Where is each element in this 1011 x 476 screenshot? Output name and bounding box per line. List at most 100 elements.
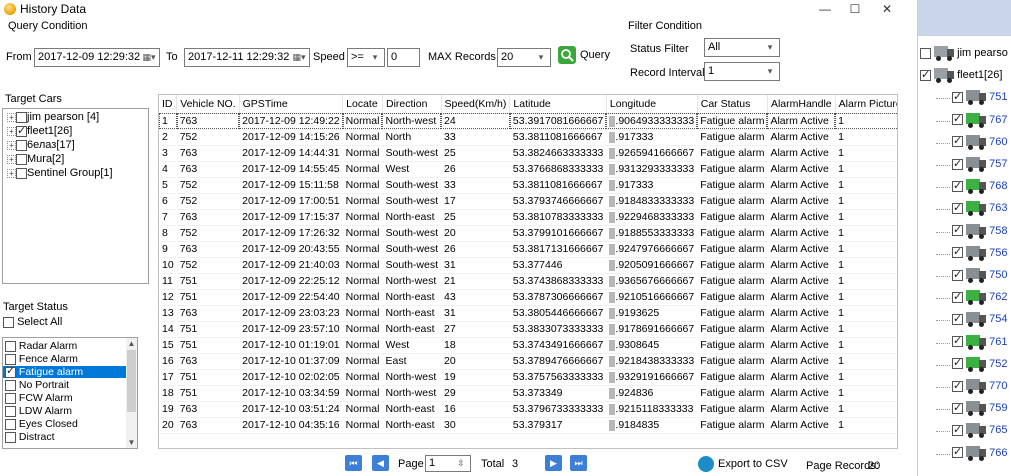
checkbox[interactable] <box>5 340 16 352</box>
expand-icon[interactable]: + <box>7 168 16 178</box>
expand-icon[interactable]: + <box>7 112 16 122</box>
checkbox[interactable] <box>5 379 16 391</box>
vehicle-tree-item[interactable]: 751 <box>952 90 1007 110</box>
table-row[interactable]: 13 763 2017-12-09 23:03:23 Normal North-east… <box>159 305 897 322</box>
spinner-icon[interactable]: ⇳ <box>454 456 468 471</box>
checkbox[interactable] <box>5 418 16 430</box>
vehicle-tree-item[interactable]: 768 <box>952 179 1007 199</box>
speed-value-input[interactable]: 0 <box>387 48 420 67</box>
status-item[interactable]: Fence Alarm <box>3 353 127 365</box>
table-row[interactable]: 9 763 2017-12-09 20:43:55 Normal South-west 2… <box>159 241 897 258</box>
column-header[interactable]: Locate <box>342 95 383 114</box>
expand-icon[interactable]: + <box>7 154 16 164</box>
checkbox[interactable] <box>952 401 963 414</box>
maximize-button[interactable]: ☐ <box>840 0 870 18</box>
table-row[interactable]: 2 752 2017-12-09 14:15:26 Normal North 33 53.3… <box>159 129 897 146</box>
minimize-button[interactable]: — <box>810 0 840 18</box>
calendar-icon[interactable]: ▦▾ <box>141 50 157 65</box>
max-records-select[interactable]: 20 ▾ <box>497 48 551 67</box>
vehicle-tree-item[interactable]: 761 <box>952 334 1007 355</box>
status-item[interactable]: FCW Alarm <box>3 392 127 404</box>
checkbox[interactable] <box>952 134 963 148</box>
tree-item[interactable]: + fleet1[26] <box>7 124 72 139</box>
table-row[interactable]: 6 752 2017-12-09 17:00:51 Normal South-west 1… <box>159 193 897 210</box>
vehicle-tree-item[interactable]: 750 <box>952 268 1007 288</box>
status-item[interactable]: Distract <box>3 431 127 443</box>
checkbox[interactable] <box>952 445 963 459</box>
column-header[interactable]: Car Status <box>697 95 768 114</box>
tree-item[interactable]: + Mura[2] <box>7 153 64 167</box>
query-button[interactable]: Query <box>558 46 610 66</box>
checkbox[interactable] <box>952 423 963 436</box>
scrollbar-thumb[interactable] <box>127 350 136 412</box>
from-datetime-input[interactable]: 2017-12-09 12:29:32 ▦▾ <box>34 48 160 67</box>
table-row[interactable]: 1 763 2017-12-09 12:49:22 Normal North-west 2… <box>159 113 897 130</box>
table-row[interactable]: 4 763 2017-12-09 14:55:45 Normal West 26 53.37… <box>159 161 897 178</box>
status-item[interactable]: Eyes Closed <box>3 418 127 430</box>
tree-item[interactable]: +6елаз[17] <box>7 139 75 153</box>
checkbox[interactable] <box>5 392 16 404</box>
checkbox[interactable] <box>16 124 27 137</box>
checkbox[interactable] <box>920 47 931 59</box>
calendar-icon[interactable]: ▦▾ <box>291 50 307 65</box>
table-row[interactable]: 11 751 2017-12-09 22:25:12 Normal North-west… <box>159 273 897 290</box>
table-row[interactable]: 5 752 2017-12-09 15:11:58 Normal South-west 3… <box>159 177 897 194</box>
column-header[interactable]: AlarmHandle <box>767 95 836 114</box>
column-header[interactable]: Alarm Picture <box>835 95 897 114</box>
table-row[interactable]: 7 763 2017-12-09 17:15:37 Normal North-east 2… <box>159 209 897 226</box>
vehicle-tree-item[interactable]: 758 <box>952 223 1007 244</box>
table-row[interactable]: 15 751 2017-12-10 01:19:01 Normal West 18 53.3… <box>159 337 897 354</box>
column-header[interactable]: Direction <box>382 95 442 114</box>
status-item[interactable]: LDW Alarm <box>3 405 127 417</box>
speed-operator-select[interactable]: >= ▾ <box>347 48 385 67</box>
status-filter-select[interactable]: All ▾ <box>704 38 780 57</box>
vehicle-tree-item[interactable]: 763 <box>952 201 1007 221</box>
column-header[interactable]: Speed(Km/h) <box>441 95 511 114</box>
vehicle-tree-item[interactable]: 766 <box>952 445 1007 466</box>
checkbox[interactable] <box>16 111 27 123</box>
checkbox[interactable] <box>952 334 963 348</box>
prev-page-icon[interactable]: ◀ <box>372 455 389 471</box>
table-row[interactable]: 20 763 2017-12-10 04:35:16 Normal North-east… <box>159 417 897 434</box>
scroll-down-icon[interactable]: ▼ <box>126 437 137 448</box>
checkbox[interactable] <box>952 179 963 192</box>
column-header[interactable]: GPSTime <box>239 95 344 114</box>
table-row[interactable]: 12 751 2017-12-09 22:54:40 Normal North-east… <box>159 289 897 306</box>
checkbox[interactable] <box>5 365 16 378</box>
checkbox[interactable] <box>952 312 963 325</box>
record-interval-select[interactable]: 1 ▾ <box>704 62 780 81</box>
checkbox[interactable] <box>5 431 16 443</box>
tree-item[interactable]: + Sentinel Group[1] <box>7 167 113 181</box>
checkbox[interactable] <box>16 139 27 151</box>
vehicle-tree-item[interactable]: 762 <box>952 290 1007 310</box>
column-header[interactable]: ID <box>159 95 178 114</box>
status-item[interactable]: Fatigue alarm <box>3 365 127 378</box>
status-item[interactable]: Radar Alarm <box>3 340 127 352</box>
table-row[interactable]: 14 751 2017-12-09 23:57:10 Normal North-east… <box>159 321 897 338</box>
checkbox[interactable] <box>5 405 16 417</box>
checkbox[interactable] <box>952 112 963 126</box>
checkbox[interactable] <box>952 90 963 103</box>
expand-icon[interactable]: + <box>7 126 16 136</box>
table-row[interactable]: 18 751 2017-12-10 03:34:59 Normal North-west… <box>159 385 897 402</box>
vehicle-tree-item[interactable]: 752 <box>952 356 1007 377</box>
column-header[interactable]: Latitude <box>509 95 607 114</box>
checkbox[interactable] <box>5 353 16 365</box>
checkbox[interactable] <box>952 245 963 259</box>
checkbox[interactable] <box>952 201 963 214</box>
table-row[interactable]: 10 752 2017-12-09 21:40:03 Normal South-west… <box>159 257 897 274</box>
checkbox[interactable] <box>3 316 14 328</box>
vehicle-tree-item[interactable]: 765 <box>952 423 1007 443</box>
checkbox[interactable] <box>16 167 27 179</box>
table-row[interactable]: 3 763 2017-12-09 14:44:31 Normal South-west 2… <box>159 145 897 162</box>
scroll-up-icon[interactable]: ▲ <box>126 338 137 349</box>
to-datetime-input[interactable]: 2017-12-11 12:29:32 ▦▾ <box>184 48 310 67</box>
select-all-checkbox[interactable]: Select All <box>3 316 62 328</box>
checkbox[interactable] <box>952 223 963 237</box>
checkbox[interactable] <box>952 379 963 392</box>
checkbox[interactable] <box>952 356 963 370</box>
checkbox[interactable] <box>952 268 963 281</box>
vehicle-tree-item[interactable]: 760 <box>952 134 1007 155</box>
status-list-scrollbar[interactable]: ▲ ▼ <box>126 338 137 448</box>
export-csv-button[interactable]: Export to CSV <box>718 458 788 470</box>
